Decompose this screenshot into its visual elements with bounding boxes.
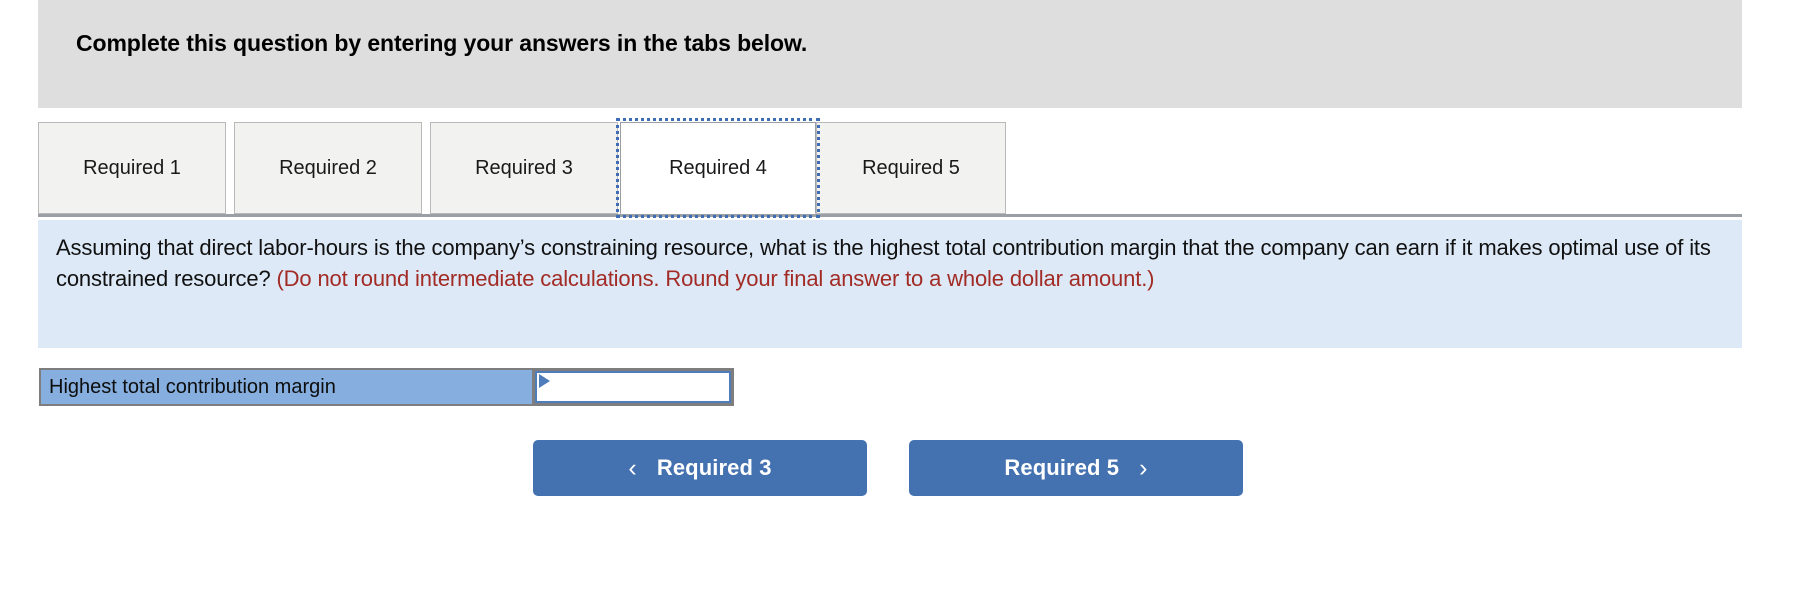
tab-strip: Required 1 Required 2 Required 3 Require… [38, 118, 1742, 218]
tab-label: Required 5 [862, 156, 960, 179]
answer-label: Highest total contribution margin [39, 368, 534, 406]
tab-required-5[interactable]: Required 5 [816, 122, 1006, 214]
tab-required-4[interactable]: Required 4 [616, 118, 820, 218]
tab-label: Required 4 [669, 156, 767, 179]
page-title: Complete this question by entering your … [76, 30, 808, 56]
next-required-button[interactable]: Required 5 › [909, 440, 1243, 496]
tab-label: Required 2 [279, 156, 377, 179]
previous-required-button[interactable]: ‹ Required 3 [533, 440, 867, 496]
instruction-banner: Complete this question by entering your … [38, 0, 1742, 108]
question-text: Assuming that direct labor-hours is the … [56, 232, 1726, 294]
tab-required-1[interactable]: Required 1 [38, 122, 226, 214]
tab-label: Required 3 [475, 156, 573, 179]
answer-input-container [532, 368, 734, 406]
next-required-label: Required 5 [1004, 455, 1120, 480]
tab-strip-baseline [38, 214, 1742, 217]
chevron-left-icon: ‹ [628, 453, 637, 482]
chevron-right-icon: › [1139, 453, 1148, 482]
question-page: Complete this question by entering your … [0, 0, 1806, 594]
tab-required-3[interactable]: Required 3 [430, 122, 618, 214]
answer-input[interactable] [535, 371, 731, 403]
tab-label: Required 1 [83, 156, 181, 179]
tab-required-2[interactable]: Required 2 [234, 122, 422, 214]
previous-required-label: Required 3 [656, 455, 772, 480]
question-hint-text: (Do not round intermediate calculations.… [276, 266, 1155, 291]
question-panel: Assuming that direct labor-hours is the … [38, 220, 1742, 348]
